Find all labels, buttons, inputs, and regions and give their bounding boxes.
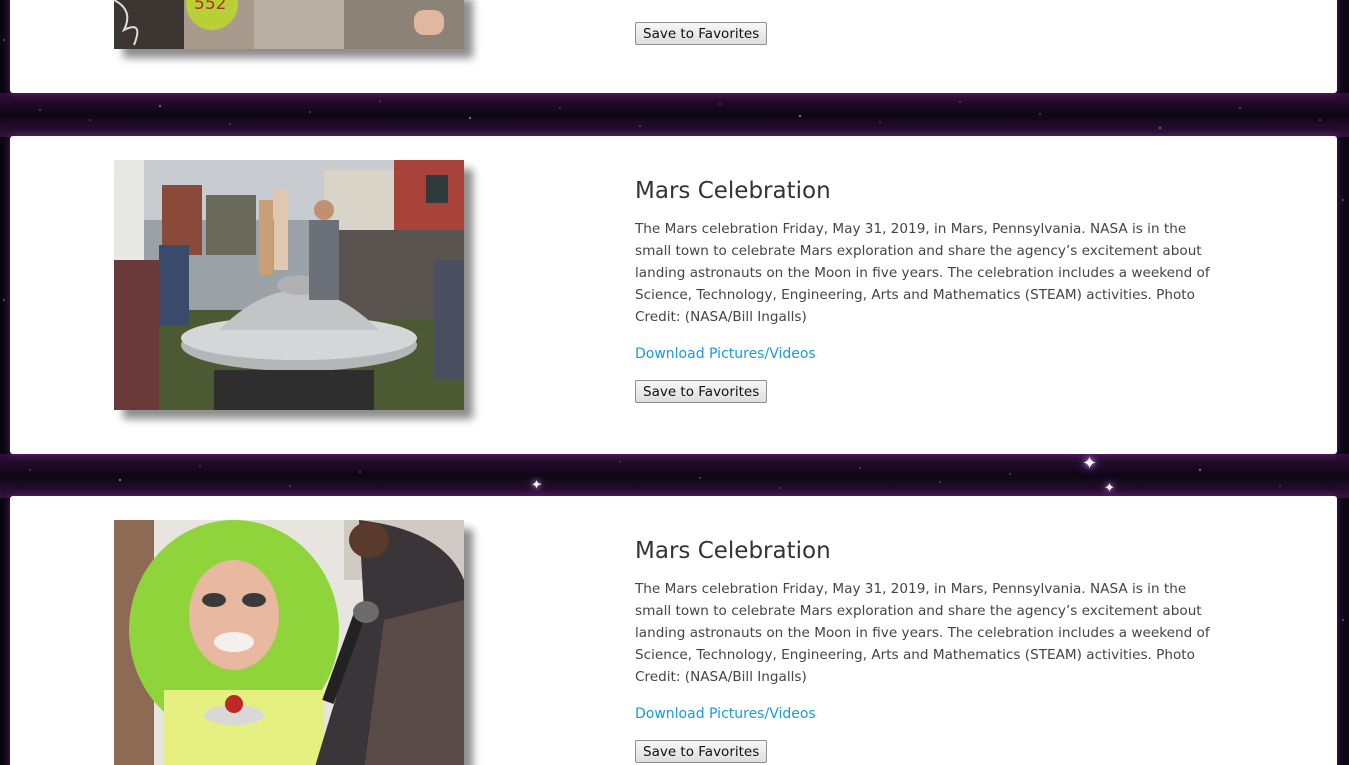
photo-image: 552 (114, 0, 464, 49)
starfield-band (0, 93, 1349, 137)
card-description: The Mars celebration Friday, May 31, 201… (635, 581, 1210, 685)
gallery-card: Mars Celebration The Mars celebration Fr… (10, 496, 1337, 765)
gallery-card: Mars Celebration The Mars celebration Fr… (10, 136, 1337, 454)
photo-image (114, 160, 464, 410)
card-photo[interactable]: 552 (114, 0, 464, 49)
card-content: Mars Celebration The Mars celebration Fr… (635, 536, 1210, 763)
save-to-favorites-button[interactable]: Save to Favorites (635, 22, 768, 45)
card-description: The Mars celebration Friday, May 31, 201… (635, 221, 1210, 325)
star-sparkle-icon: ✦ (1082, 453, 1098, 474)
save-to-favorites-button[interactable]: Save to Favorites (635, 380, 768, 403)
download-pictures-videos-link[interactable]: Download Pictures/Videos (635, 344, 816, 364)
card-title: Mars Celebration (635, 178, 831, 204)
card-title: Mars Celebration (635, 538, 831, 564)
gallery-card: 552 Save to Favorites (10, 0, 1337, 93)
save-to-favorites-button[interactable]: Save to Favorites (635, 740, 768, 763)
photo-image (114, 520, 464, 765)
download-pictures-videos-link[interactable]: Download Pictures/Videos (635, 704, 816, 724)
photo-badge-number: 552 (194, 0, 226, 14)
star-sparkle-icon: ✦ (531, 478, 542, 493)
card-photo[interactable] (114, 520, 464, 765)
card-photo[interactable] (114, 160, 464, 410)
card-content: Mars Celebration The Mars celebration Fr… (635, 176, 1210, 403)
card-content: Save to Favorites (635, 22, 1210, 45)
starfield-band (0, 454, 1349, 498)
